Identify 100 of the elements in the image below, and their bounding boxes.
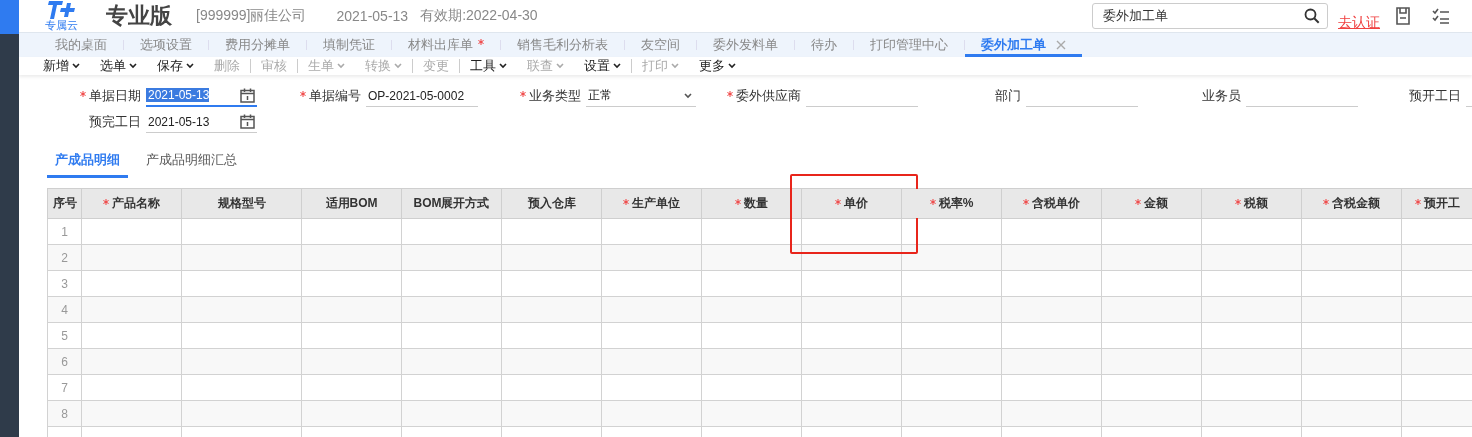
table-cell[interactable] [401,244,502,271]
table-cell[interactable] [501,322,602,349]
table-cell[interactable] [901,322,1002,349]
table-cell[interactable] [901,270,1002,297]
table-cell[interactable] [81,244,182,271]
table-cell[interactable] [601,374,702,401]
table-cell[interactable] [1001,374,1102,401]
table-cell[interactable] [1401,296,1472,323]
table-cell[interactable] [601,400,702,427]
table-cell[interactable] [501,218,602,245]
table-cell[interactable] [1001,322,1102,349]
tab[interactable]: 打印管理中心 [854,36,964,57]
table-cell[interactable] [401,296,502,323]
table-cell[interactable] [81,374,182,401]
table-cell[interactable] [401,322,502,349]
search-field[interactable]: 委外加工单 [1092,3,1328,29]
table-cell[interactable] [501,244,602,271]
table-cell[interactable] [1301,322,1402,349]
table-cell[interactable] [801,348,902,375]
table-cell[interactable] [1101,218,1202,245]
table-cell[interactable] [1301,244,1402,271]
tab[interactable]: 选项设置 [124,36,208,57]
table-cell[interactable] [401,400,502,427]
tab[interactable]: 产成品明细汇总 [138,147,245,178]
table-cell[interactable] [1201,270,1302,297]
tab[interactable]: 委外发料单 [697,36,794,57]
table-cell[interactable] [301,218,402,245]
table-cell[interactable] [1401,218,1472,245]
table-cell[interactable] [601,322,702,349]
close-icon[interactable] [1056,40,1066,50]
table-cell[interactable] [181,348,302,375]
table-cell[interactable] [601,348,702,375]
table-cell[interactable] [1301,218,1402,245]
chevron-icon[interactable] [684,92,692,99]
save-icon[interactable] [1396,7,1410,25]
table-cell[interactable] [901,374,1002,401]
date-field[interactable]: 2021-05-13 [146,85,257,107]
table-cell[interactable] [1301,400,1402,427]
table-cell[interactable] [901,400,1002,427]
toolbar-button[interactable]: 保存 [147,57,204,75]
table-cell[interactable] [901,296,1002,323]
toolbar-button[interactable]: 选单 [90,57,147,75]
table-cell[interactable] [901,348,1002,375]
table-cell[interactable] [1101,244,1202,271]
table-cell[interactable] [181,322,302,349]
table-cell[interactable] [401,374,502,401]
table-cell[interactable] [1201,348,1302,375]
table-cell[interactable] [1001,218,1102,245]
dropdown-field[interactable]: 正常 [586,85,696,107]
table-cell[interactable] [81,322,182,349]
toolbar-button[interactable]: 更多 [689,57,746,75]
calendar-icon[interactable] [240,87,255,103]
table-cell[interactable] [1201,296,1302,323]
checklist-icon[interactable] [1432,8,1450,24]
search-icon[interactable] [1304,8,1320,24]
table-cell[interactable] [1301,296,1402,323]
table-cell[interactable] [181,400,302,427]
table-cell[interactable] [1101,322,1202,349]
table-cell[interactable] [181,374,302,401]
table-cell[interactable] [181,244,302,271]
tab[interactable]: 待办 [795,36,853,57]
table-cell[interactable] [81,400,182,427]
table-cell[interactable] [81,218,182,245]
table-cell[interactable] [1101,270,1202,297]
table-cell[interactable] [1201,244,1302,271]
table-cell[interactable] [501,296,602,323]
tab[interactable]: 费用分摊单 [209,36,306,57]
table-cell[interactable] [1301,348,1402,375]
table-cell[interactable] [801,296,902,323]
tab[interactable]: 委外加工单 [965,36,1082,57]
table-cell[interactable] [501,400,602,427]
table-cell[interactable] [401,348,502,375]
table-cell[interactable] [1101,374,1202,401]
table-cell[interactable] [1201,400,1302,427]
table-cell[interactable] [701,374,802,401]
tab[interactable]: 填制凭证 [307,36,391,57]
table-cell[interactable] [1101,296,1202,323]
toolbar-button[interactable]: 设置 [574,57,631,75]
table-cell[interactable] [1001,296,1102,323]
table-cell[interactable] [301,270,402,297]
table-cell[interactable] [181,218,302,245]
table-cell[interactable] [81,296,182,323]
tab[interactable]: 材料出库单 [392,36,500,57]
table-cell[interactable] [301,400,402,427]
table-cell[interactable] [401,218,502,245]
table-cell[interactable] [1401,374,1472,401]
table-cell[interactable] [1401,244,1472,271]
table-cell[interactable] [1401,322,1472,349]
table-cell[interactable] [301,374,402,401]
table-cell[interactable] [1001,270,1102,297]
table-cell[interactable] [801,270,902,297]
table-cell[interactable] [701,348,802,375]
table-cell[interactable] [301,296,402,323]
date-field[interactable]: 2021-05-13 [146,111,257,133]
table-cell[interactable] [1001,244,1102,271]
table-cell[interactable] [1001,348,1102,375]
table-cell[interactable] [1101,348,1202,375]
table-cell[interactable] [1401,400,1472,427]
table-cell[interactable] [1001,400,1102,427]
table-cell[interactable] [1201,322,1302,349]
